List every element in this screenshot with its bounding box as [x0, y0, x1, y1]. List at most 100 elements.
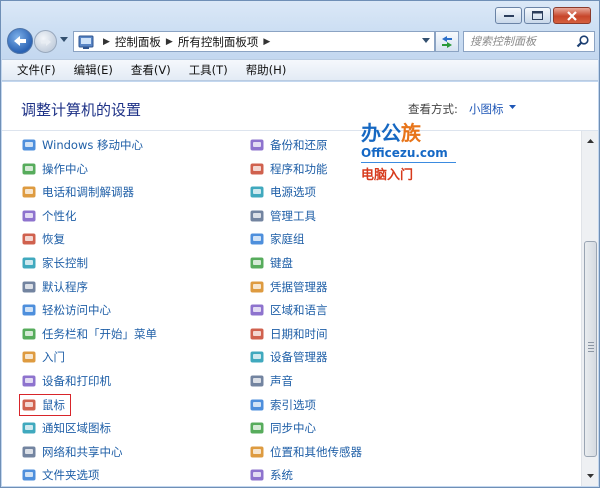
- breadcrumb-chevron-icon[interactable]: ▶: [263, 37, 270, 47]
- region-language-icon: [250, 304, 264, 316]
- sync-center-icon: [250, 422, 264, 434]
- search-icon[interactable]: [576, 35, 589, 48]
- control-panel-item-label: 同步中心: [270, 421, 316, 436]
- search-box[interactable]: [463, 31, 595, 52]
- control-panel-item[interactable]: 备份和还原: [249, 136, 328, 154]
- network-icon: [22, 446, 36, 458]
- close-button[interactable]: [553, 7, 591, 24]
- control-panel-item[interactable]: 区域和语言: [249, 301, 328, 319]
- breadcrumb-all-items[interactable]: 所有控制面板项: [178, 34, 259, 50]
- control-panel-item[interactable]: 设备管理器: [249, 348, 328, 366]
- minimize-icon: [503, 14, 514, 17]
- caption-buttons: [495, 7, 591, 24]
- scrollbar-thumb[interactable]: [584, 241, 597, 457]
- recovery-icon: [22, 233, 36, 245]
- search-input[interactable]: [470, 32, 580, 51]
- control-panel-item[interactable]: 位置和其他传感器: [249, 443, 362, 461]
- control-panel-item[interactable]: 操作中心: [21, 160, 88, 178]
- control-panel-item-label: 日期和时间: [270, 326, 328, 341]
- control-panel-item-label: 系统: [270, 468, 293, 483]
- back-arrow-icon: [14, 36, 26, 46]
- address-bar[interactable]: ▶ 控制面板 ▶ 所有控制面板项 ▶: [73, 31, 435, 52]
- control-panel-item[interactable]: 任务栏和「开始」菜单: [21, 325, 157, 343]
- breadcrumb-chevron-icon[interactable]: ▶: [166, 37, 173, 47]
- action-center-flag-icon: [22, 163, 36, 175]
- control-panel-item[interactable]: 默认程序: [21, 278, 88, 296]
- device-manager-icon: [250, 351, 264, 363]
- maximize-button[interactable]: [524, 7, 551, 24]
- control-panel-item[interactable]: 管理工具: [249, 207, 316, 225]
- control-panel-item[interactable]: 入门: [21, 348, 65, 366]
- recent-pages-dropdown-icon[interactable]: [60, 37, 68, 42]
- control-panel-item-label: 家庭组: [270, 232, 305, 247]
- control-panel-item[interactable]: 声音: [249, 372, 293, 390]
- vertical-scrollbar[interactable]: [581, 131, 598, 486]
- close-icon: [567, 10, 577, 21]
- control-panel-item[interactable]: 个性化: [21, 207, 77, 225]
- scroll-up-arrow-icon: [587, 139, 594, 143]
- control-panel-item[interactable]: 电话和调制解调器: [21, 183, 134, 201]
- control-panel-item[interactable]: 网络和共享中心: [21, 443, 123, 461]
- scrollbar-grip: [588, 342, 594, 354]
- forward-button[interactable]: [34, 30, 57, 53]
- control-panel-item-label: 键盘: [270, 256, 293, 270]
- date-time-icon: [250, 328, 264, 340]
- menu-file[interactable]: 文件(F): [8, 60, 65, 80]
- control-panel-item-label: 文件夹选项: [42, 468, 100, 483]
- printer-icon: [22, 375, 36, 387]
- watermark-brand-a: 办公: [361, 121, 401, 145]
- watermark-underline: [361, 162, 456, 163]
- notification-area-icon: [22, 422, 36, 434]
- control-panel-item[interactable]: 系统: [249, 466, 293, 484]
- control-panel-item[interactable]: 轻松访问中心: [21, 301, 111, 319]
- scroll-down-button[interactable]: [583, 468, 598, 484]
- control-panel-item-label: 默认程序: [42, 279, 88, 294]
- menu-help[interactable]: 帮助(H): [237, 60, 296, 80]
- control-panel-item[interactable]: 索引选项: [249, 396, 316, 414]
- control-panel-item-label: 入门: [42, 350, 65, 365]
- control-panel-item[interactable]: 键盘: [249, 254, 293, 272]
- control-panel-item-label: 设备和打印机: [42, 374, 111, 388]
- power-options-icon: [250, 186, 264, 198]
- control-panel-item[interactable]: 鼠标: [19, 393, 71, 416]
- control-panel-item[interactable]: 通知区域图标: [21, 419, 111, 437]
- control-panel-item[interactable]: Windows 移动中心: [21, 136, 143, 154]
- control-panel-item-label: 区域和语言: [270, 303, 328, 318]
- control-panel-item-label: 电源选项: [270, 185, 316, 200]
- control-panel-item[interactable]: 凭据管理器: [249, 278, 328, 296]
- back-button[interactable]: [7, 28, 33, 54]
- control-panel-item-label: 备份和还原: [270, 138, 328, 152]
- control-panel-item-label: 凭据管理器: [270, 279, 328, 294]
- watermark-site: Officezu.com: [361, 146, 448, 160]
- control-panel-item[interactable]: 恢复: [21, 230, 65, 248]
- menu-view[interactable]: 查看(V): [122, 60, 180, 80]
- control-panel-item[interactable]: 电源选项: [249, 183, 316, 201]
- keyboard-icon: [250, 257, 264, 269]
- address-history-dropdown-icon[interactable]: [422, 38, 430, 43]
- control-panel-item[interactable]: 日期和时间: [249, 325, 328, 343]
- control-panel-item[interactable]: 同步中心: [249, 419, 316, 437]
- control-panel-item-label: 网络和共享中心: [42, 444, 123, 459]
- menu-edit[interactable]: 编辑(E): [65, 60, 122, 80]
- folder-options-icon: [22, 469, 36, 481]
- control-panel-item[interactable]: 家庭组: [249, 230, 305, 248]
- control-panel-item[interactable]: 文件夹选项: [21, 466, 100, 484]
- control-panel-item[interactable]: 程序和功能: [249, 160, 328, 178]
- scroll-up-button[interactable]: [583, 133, 598, 149]
- content-area: 调整计算机的设置 查看方式: 小图标 Windows 移动中心 操作中心 电话和调制…: [2, 82, 598, 486]
- control-panel-item-label: 程序和功能: [270, 161, 328, 176]
- control-panel-item-label: 操作中心: [42, 161, 88, 176]
- mouse-icon: [22, 399, 36, 411]
- breadcrumb-control-panel[interactable]: 控制面板: [115, 34, 161, 50]
- control-panel-item[interactable]: 家长控制: [21, 254, 88, 272]
- control-panel-item[interactable]: 设备和打印机: [21, 372, 111, 390]
- programs-features-icon: [250, 163, 264, 175]
- officezu-watermark: 办公族 Officezu.com 电脑入门: [361, 122, 461, 194]
- control-panel-item-label: 声音: [270, 374, 293, 388]
- refresh-button[interactable]: [435, 31, 459, 52]
- getting-started-icon: [22, 351, 36, 363]
- system-icon: [250, 469, 264, 481]
- minimize-button[interactable]: [495, 7, 522, 24]
- menu-tools[interactable]: 工具(T): [180, 60, 237, 80]
- control-panel-item-label: 任务栏和「开始」菜单: [42, 326, 157, 341]
